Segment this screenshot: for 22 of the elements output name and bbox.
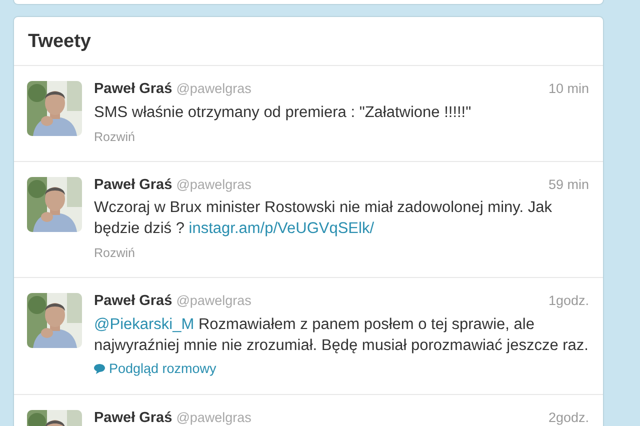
- tweet-time[interactable]: 1godz.: [548, 291, 589, 312]
- tweet-text: Wczoraj w Brux minister Rostowski nie miał zadowolonej miny. Jak będzie dziś ? instagr.am/p/VeUGVqSElk/: [94, 198, 553, 240]
- speech-bubble-icon: [94, 364, 105, 374]
- author-name[interactable]: Paweł Graś: [94, 78, 172, 101]
- conversation-link[interactable]: Podgląd rozmowy: [94, 358, 216, 380]
- tweet-time[interactable]: 2godz.: [548, 408, 589, 426]
- author-name[interactable]: Paweł Graś: [94, 291, 172, 314]
- author-name[interactable]: Paweł Graś: [94, 408, 172, 426]
- tweet-time[interactable]: 10 min: [548, 78, 589, 100]
- expand-link[interactable]: Rozwiń: [94, 128, 135, 146]
- panel-title: Tweety: [28, 31, 92, 54]
- author-handle: @pawelgras: [176, 176, 252, 194]
- author-handle: @pawelgras: [176, 409, 252, 426]
- tweet-time[interactable]: 59 min: [548, 174, 589, 195]
- expand-link[interactable]: Rozwiń: [94, 244, 135, 264]
- link[interactable]: instagr.am/p/VeUGVqSElk/: [188, 220, 374, 238]
- tweet-text: SMS właśnie otrzymany od premiera : "Załatwione !!!!!": [94, 102, 472, 123]
- author-handle: @pawelgras: [176, 292, 252, 310]
- mention-link[interactable]: @Piekarski_M: [94, 316, 194, 334]
- tweet-text: @Piekarski_M Rozmawiałem z panem posłem o tej sprawie, ale najwyraźniej mnie nie zrozumiał. Będę musiał porozmawiać jeszcze raz.: [94, 315, 589, 356]
- author-handle: @pawelgras: [176, 80, 252, 98]
- author-name[interactable]: Paweł Graś: [94, 174, 172, 196]
